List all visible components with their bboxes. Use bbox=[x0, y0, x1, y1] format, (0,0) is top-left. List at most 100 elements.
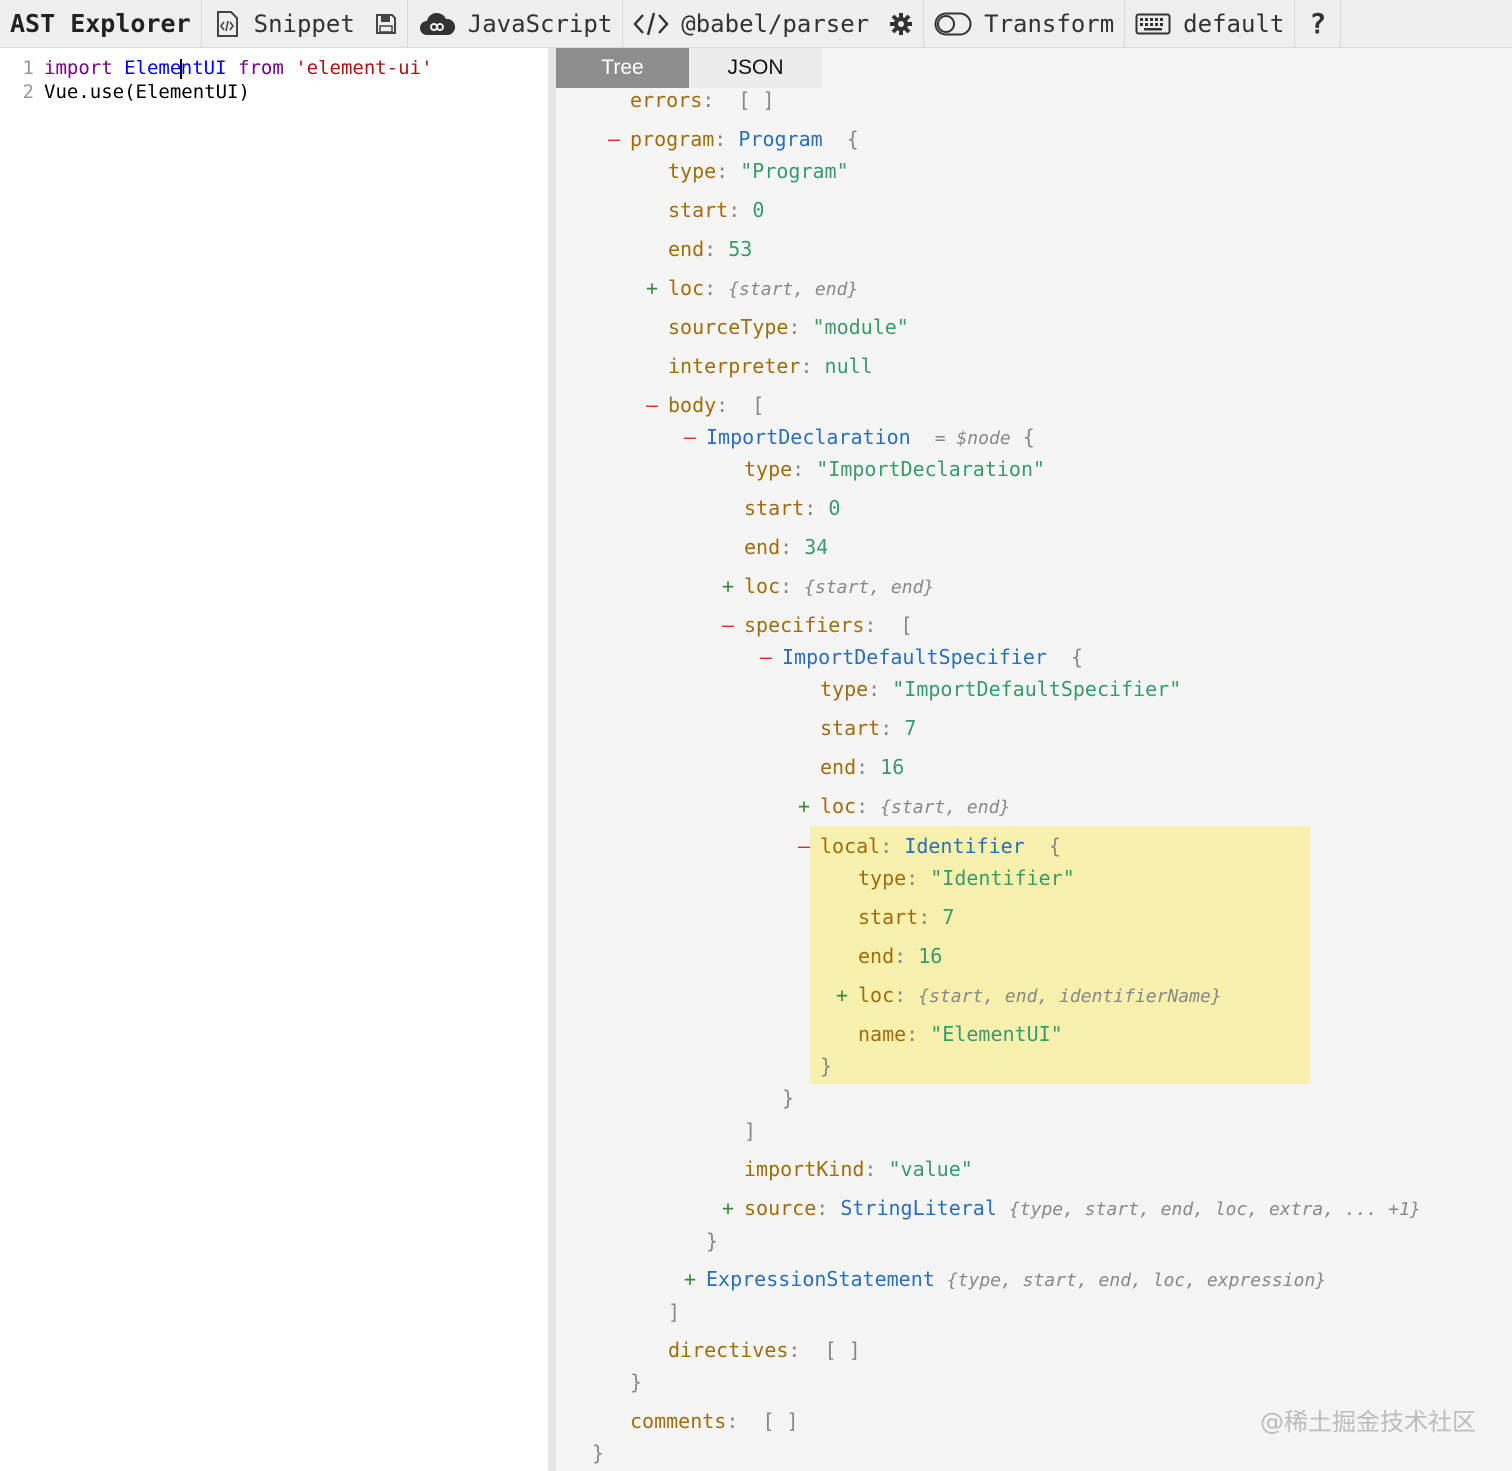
code-text: import ElementUI from 'element-ui' bbox=[44, 56, 433, 80]
punctuation: : [ bbox=[716, 393, 765, 417]
tree-node: } bbox=[684, 1227, 718, 1255]
punctuation bbox=[935, 1267, 947, 1291]
help-button[interactable]: ? bbox=[1295, 0, 1340, 48]
tree-node: } bbox=[760, 1084, 794, 1112]
punctuation: : [ bbox=[864, 613, 913, 637]
punctuation: : bbox=[868, 677, 893, 701]
string-value: "module" bbox=[812, 315, 909, 339]
tree-node: errors: [ ] bbox=[608, 86, 775, 114]
node-type: ImportDefaultSpecifier bbox=[782, 645, 1047, 669]
property-key: type bbox=[744, 457, 793, 481]
tree-node[interactable]: + loc: {start, end} bbox=[646, 274, 858, 302]
tree-node: interpreter: null bbox=[646, 352, 873, 380]
punctuation: : bbox=[800, 354, 825, 378]
collapse-icon[interactable]: – bbox=[722, 611, 744, 639]
code-line[interactable]: 2 Vue.use(ElementUI) bbox=[0, 80, 548, 104]
tree-node: ] bbox=[646, 1298, 680, 1326]
punctuation: : bbox=[816, 1196, 841, 1220]
tree-node[interactable]: – body: [ bbox=[646, 391, 764, 419]
punctuation: : bbox=[716, 159, 741, 183]
tree-node[interactable]: – ImportDeclaration = $node { bbox=[684, 423, 1035, 451]
tree-node[interactable]: – ImportDefaultSpecifier { bbox=[760, 643, 1083, 671]
tree-node: importKind: "value" bbox=[722, 1155, 973, 1183]
tree-node: comments: [ ] bbox=[608, 1407, 799, 1435]
node-type: StringLiteral bbox=[840, 1196, 997, 1220]
parser-button[interactable]: @babel/parser bbox=[623, 0, 879, 48]
expand-icon[interactable]: + bbox=[722, 572, 744, 600]
language-button[interactable]: JavaScript bbox=[408, 0, 623, 48]
punctuation: : [ ] bbox=[702, 88, 775, 112]
snippet-button[interactable]: Snippet bbox=[202, 0, 365, 48]
expand-icon[interactable]: + bbox=[684, 1265, 706, 1293]
output-pane: errors: [ ] – program: Program {type: "Pro… bbox=[556, 48, 1512, 1471]
expand-icon[interactable]: + bbox=[836, 981, 858, 1009]
tree-node: type: "ImportDeclaration" bbox=[722, 455, 1045, 483]
code-token: Eleme bbox=[124, 57, 182, 79]
code-token: import bbox=[44, 57, 113, 79]
punctuation: { bbox=[1046, 645, 1084, 669]
code-icon bbox=[633, 12, 669, 35]
number-value: 16 bbox=[880, 755, 905, 779]
number-value: 0 bbox=[828, 496, 841, 520]
punctuation: : [ ] bbox=[726, 1409, 799, 1433]
language-label: JavaScript bbox=[467, 9, 613, 38]
tree-node: start: 7 bbox=[836, 903, 954, 931]
tree-node[interactable]: + loc: {start, end} bbox=[722, 572, 934, 600]
string-value: "ImportDeclaration" bbox=[816, 457, 1046, 481]
string-value: "Identifier" bbox=[930, 866, 1075, 890]
help-icon: ? bbox=[1309, 7, 1327, 40]
number-value: 16 bbox=[918, 944, 943, 968]
property-key: type bbox=[820, 677, 869, 701]
expand-icon[interactable]: + bbox=[646, 274, 668, 302]
tree-node[interactable]: – program: Program { bbox=[608, 125, 859, 153]
punctuation: { bbox=[822, 127, 859, 151]
transform-toggle[interactable]: Transform bbox=[924, 0, 1124, 48]
collapse-icon[interactable]: – bbox=[760, 643, 782, 671]
expand-icon[interactable]: + bbox=[722, 1194, 744, 1222]
node-type: Program bbox=[738, 127, 823, 151]
keymap-button[interactable]: default bbox=[1125, 0, 1294, 48]
tree-node[interactable]: + loc: {start, end, identifierName} bbox=[836, 981, 1222, 1009]
property-key: directives bbox=[668, 1338, 789, 1362]
collapse-icon[interactable]: – bbox=[684, 423, 706, 451]
punctuation: : bbox=[792, 457, 817, 481]
tree-node[interactable]: + source: StringLiteral {type, start, end… bbox=[722, 1194, 1421, 1222]
toolbar-divider bbox=[1340, 0, 1342, 48]
expand-icon[interactable]: + bbox=[798, 792, 820, 820]
line-number: 1 bbox=[22, 57, 34, 79]
punctuation: ] bbox=[668, 1300, 681, 1324]
keyboard-icon bbox=[1135, 13, 1171, 34]
code-token: Vue.use(ElementUI) bbox=[44, 81, 250, 103]
number-value: null bbox=[824, 354, 873, 378]
property-key: end bbox=[820, 755, 857, 779]
tree-node[interactable]: – specifiers: [ bbox=[722, 611, 913, 639]
punctuation: : bbox=[894, 983, 919, 1007]
punctuation: : bbox=[856, 794, 881, 818]
tree-node: } bbox=[570, 1439, 604, 1467]
tab-tree[interactable]: Tree bbox=[556, 48, 689, 88]
pane-splitter[interactable] bbox=[548, 48, 556, 1471]
number-value: 53 bbox=[728, 237, 753, 261]
toggle-off-icon bbox=[934, 12, 972, 35]
tree-node[interactable]: – local: Identifier { bbox=[798, 832, 1061, 860]
parser-settings-button[interactable] bbox=[879, 0, 923, 48]
collapsed-summary: {type, start, end, loc, expression} bbox=[946, 1270, 1327, 1291]
save-button[interactable] bbox=[365, 0, 407, 48]
tree-node[interactable]: + loc: {start, end} bbox=[798, 792, 1010, 820]
tree-node: type: "Identifier" bbox=[836, 864, 1075, 892]
tree-node: name: "ElementUI" bbox=[836, 1020, 1063, 1048]
punctuation: : bbox=[804, 496, 829, 520]
code-editor[interactable]: 1 import ElementUI from 'element-ui' 2 Vue.… bbox=[0, 48, 548, 1471]
code-line[interactable]: 1 import ElementUI from 'element-ui' bbox=[0, 56, 548, 80]
tree-node[interactable]: + ExpressionStatement {type, start, end, … bbox=[684, 1265, 1326, 1293]
property-key: local bbox=[820, 834, 881, 858]
property-key: end bbox=[668, 237, 705, 261]
tab-json[interactable]: JSON bbox=[689, 48, 822, 88]
collapse-icon[interactable]: – bbox=[608, 125, 630, 153]
punctuation bbox=[997, 1196, 1009, 1220]
collapse-icon[interactable]: – bbox=[646, 391, 668, 419]
collapse-icon[interactable]: – bbox=[798, 832, 820, 860]
collapsed-summary: {start, end} bbox=[880, 797, 1011, 818]
